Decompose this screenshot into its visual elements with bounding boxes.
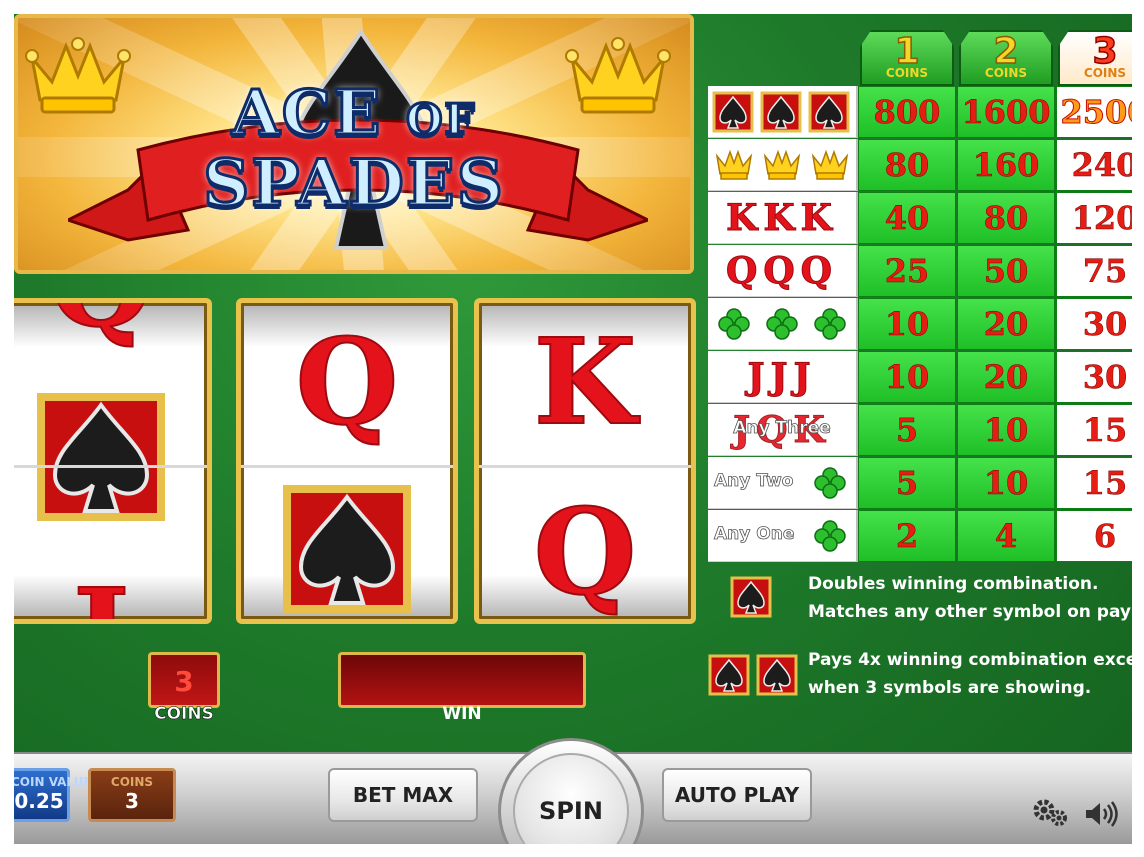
wild-info: Doubles winning combination. Matches any… <box>708 562 1132 712</box>
coin-value-selector[interactable]: COIN VALUE 0.25 <box>14 768 92 822</box>
coins-label: COINS <box>154 704 214 725</box>
payout-cell: 30 <box>1056 351 1132 403</box>
spin-button[interactable]: SPIN <box>513 753 629 844</box>
payout-cell: 50 <box>957 245 1055 297</box>
paytable-row: Any One 2 4 6 <box>708 510 1132 562</box>
wild-double-text-2: when 3 symbols are showing. <box>808 678 1092 698</box>
coins-selector[interactable]: COINS 3 <box>88 768 176 822</box>
clover-icon <box>766 308 798 340</box>
crown-icon <box>763 149 801 180</box>
paytable-symbol: QQQ <box>708 245 858 297</box>
payout-cell: 30 <box>1056 298 1132 350</box>
sound-speaker-icon[interactable] <box>1082 800 1120 828</box>
payout-cell: 800 <box>858 86 956 138</box>
spade-wild-icon <box>283 485 411 613</box>
game-logo-banner: ACE OF SPADES <box>14 14 694 274</box>
paytable-column-1[interactable]: 1 COINS <box>860 30 954 86</box>
payout-cell: 20 <box>957 351 1055 403</box>
payout-cell: 4 <box>957 510 1055 562</box>
payout-cell: 15 <box>1056 457 1132 509</box>
reel-symbol: J <box>14 566 207 620</box>
spade-wild-icon <box>760 91 802 133</box>
paytable-row: 10 20 30 <box>708 298 1132 350</box>
payout-cell: 40 <box>858 192 956 244</box>
wild-double-text-1: Pays 4x winning combination except <box>808 650 1132 670</box>
paytable-row: KKK 40 80 120 <box>708 192 1132 244</box>
payout-cell: 2500 <box>1056 86 1132 138</box>
payout-cell: 2 <box>858 510 956 562</box>
paytable-symbol: JJJ <box>708 351 858 403</box>
bet-max-button[interactable]: BET MAX <box>328 768 478 822</box>
reel-3: K Q <box>474 298 696 624</box>
paytable-row: 800 1600 2500 <box>708 86 1132 138</box>
spade-wild-icon <box>712 91 754 133</box>
paytable-row: JQK Any Three 5 10 15 <box>708 404 1132 456</box>
payout-cell: 25 <box>858 245 956 297</box>
paytable-row: 80 160 240 <box>708 139 1132 191</box>
spade-wild-icon <box>756 654 798 696</box>
reel-2: Q <box>236 298 458 624</box>
payout-cell: 240 <box>1056 139 1132 191</box>
reel-symbol: K <box>533 312 638 451</box>
paytable-column-2[interactable]: 2 COINS <box>959 30 1053 86</box>
clover-icon <box>814 308 846 340</box>
reel-1: Q J <box>14 298 212 624</box>
payout-cell: 80 <box>858 139 956 191</box>
payout-cell: 20 <box>957 298 1055 350</box>
paytable-symbol <box>708 298 858 350</box>
crown-icon <box>715 149 753 180</box>
win-display <box>338 652 586 708</box>
paytable-row: QQQ 25 50 75 <box>708 245 1132 297</box>
reel-symbol: Q <box>533 482 638 621</box>
payout-cell: 10 <box>858 298 956 350</box>
spade-wild-icon <box>708 654 750 696</box>
clover-icon <box>718 308 750 340</box>
auto-play-button[interactable]: AUTO PLAY <box>662 768 812 822</box>
paytable-symbol: KKK <box>708 192 858 244</box>
control-bar: COIN VALUE 0.25 COINS 3 BET MAX SPIN AUT… <box>14 738 1132 844</box>
spin-button-ring: SPIN <box>498 738 644 844</box>
logo-title-line2: SPADES <box>202 145 505 223</box>
payout-cell: 15 <box>1056 404 1132 456</box>
reel-symbol: Q <box>14 303 207 350</box>
payout-cell: 10 <box>957 457 1055 509</box>
coins-display: 3 <box>148 652 220 708</box>
payout-cell: 10 <box>957 404 1055 456</box>
payout-cell: 6 <box>1056 510 1132 562</box>
payout-cell: 120 <box>1056 192 1132 244</box>
spade-wild-icon <box>730 576 772 618</box>
logo-title-line1: ACE OF <box>230 75 477 151</box>
payout-cell: 75 <box>1056 245 1132 297</box>
payout-cell: 10 <box>858 351 956 403</box>
wild-single-text-1: Doubles winning combination. <box>808 574 1099 594</box>
payout-cell: 80 <box>957 192 1055 244</box>
settings-gear-icon[interactable] <box>1032 798 1070 828</box>
spade-wild-icon <box>37 393 165 521</box>
paytable-column-3[interactable]: 3 COINS <box>1058 30 1132 86</box>
spade-wild-icon <box>808 91 850 133</box>
paytable-row: JJJ 10 20 30 <box>708 351 1132 403</box>
reel-symbol: Q <box>295 312 400 451</box>
clover-icon <box>814 467 846 499</box>
slot-game: ACE OF SPADES Q J Q K Q 3 COINS WIN 1 CO… <box>14 14 1132 844</box>
paytable-symbol: JQK Any Three <box>708 404 858 456</box>
clover-icon <box>814 520 846 552</box>
payout-cell: 5 <box>858 457 956 509</box>
paytable-symbol: Any One <box>708 510 858 562</box>
payout-cell: 1600 <box>957 86 1055 138</box>
paytable-symbol <box>708 86 858 138</box>
payout-cell: 160 <box>957 139 1055 191</box>
win-label: WIN <box>442 704 482 724</box>
pay-table: 1 COINS 2 COINS 3 COINS 800 1600 2500 <box>708 14 1132 562</box>
paytable-row: Any Two 5 10 15 <box>708 457 1132 509</box>
wild-single-text-2: Matches any other symbol on payline. <box>808 602 1132 622</box>
paytable-symbol: Any Two <box>708 457 858 509</box>
crown-icon <box>811 149 849 180</box>
paytable-symbol <box>708 139 858 191</box>
payout-cell: 5 <box>858 404 956 456</box>
